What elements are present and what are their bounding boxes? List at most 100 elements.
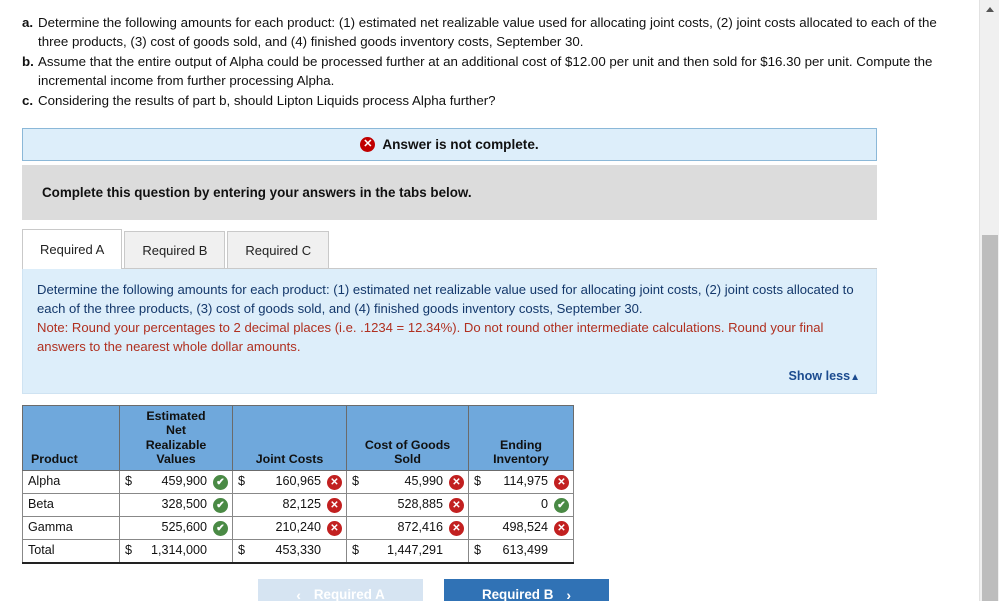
answer-status-text: Answer is not complete.: [382, 137, 539, 153]
tab-required-c-label: Required C: [245, 243, 312, 259]
th-ending-line1: Ending: [500, 437, 542, 452]
cell-nrv[interactable]: $1,314,000: [119, 539, 233, 564]
tab-required-b-label: Required B: [142, 243, 208, 259]
scroll-up-button[interactable]: [980, 0, 999, 18]
cell-value: 453,330: [275, 543, 321, 558]
show-less-toggle[interactable]: Show less▲: [37, 369, 861, 383]
th-ending-line2: Inventory: [493, 451, 549, 466]
prompt-item-c: c. Considering the results of part b, sh…: [22, 92, 955, 111]
incorrect-x-icon: ✕: [449, 474, 464, 490]
cell-joint[interactable]: $160,965 ✕: [232, 470, 347, 495]
cell-value: 498,524: [502, 520, 548, 535]
complete-question-panel: Complete this question by entering your …: [22, 165, 877, 221]
prompt-letter-c: c.: [22, 92, 34, 108]
cell-ending[interactable]: $613,499: [468, 539, 574, 564]
question-prompt: a. Determine the following amounts for e…: [0, 0, 979, 110]
cell-nrv[interactable]: $328,500✔: [119, 493, 233, 518]
cell-value: 872,416: [397, 520, 443, 535]
no-status-icon: [213, 544, 228, 559]
page-scrollbar[interactable]: [979, 0, 999, 601]
no-status-icon: [327, 544, 342, 559]
cell-nrv[interactable]: $525,600✔: [119, 516, 233, 541]
prompt-text-b: Assume that the entire output of Alpha c…: [38, 53, 933, 88]
cell-cogs[interactable]: $528,885✕: [346, 493, 469, 518]
cell-joint[interactable]: $210,240✕: [232, 516, 347, 541]
scrollbar-thumb[interactable]: [982, 235, 998, 601]
correct-check-icon: ✔: [213, 497, 228, 513]
chevron-left-icon: ‹: [296, 586, 301, 601]
no-status-icon: [449, 544, 464, 559]
next-requirement-button[interactable]: Required B ›: [444, 578, 609, 601]
tab-strip-divider: [22, 268, 877, 270]
incorrect-x-icon: ✕: [327, 497, 342, 513]
currency-symbol: $: [352, 474, 360, 489]
answer-table-wrapper: Product Estimated Net Realizable Values …: [22, 404, 979, 564]
th-cogs-line1: Cost of Goods: [364, 437, 451, 452]
cell-product-name: Total: [22, 539, 120, 564]
screenshot-root: a. Determine the following amounts for e…: [0, 0, 999, 601]
cell-value: 613,499: [502, 543, 548, 558]
tab-required-c[interactable]: Required C: [227, 231, 330, 270]
cell-ending[interactable]: $498,524✕: [468, 516, 574, 541]
requirement-tabs: Required A Required B Required C: [22, 229, 877, 270]
currency-symbol: $: [238, 543, 246, 558]
th-joint-line1: Joint Costs: [255, 451, 324, 466]
th-nrv-line1: Estimated: [146, 408, 206, 423]
cell-product-name: Gamma: [22, 516, 120, 541]
cell-value: 459,900: [161, 474, 207, 489]
scroll-up-arrow-icon: [986, 6, 994, 12]
cell-product-name: Alpha: [22, 470, 120, 495]
incorrect-x-icon: ✕: [554, 520, 569, 536]
cell-ending[interactable]: $0✔: [468, 493, 574, 518]
cell-value: 210,240: [275, 520, 321, 535]
correct-check-icon: ✔: [213, 520, 228, 536]
cell-joint[interactable]: $82,125✕: [232, 493, 347, 518]
table-row: Beta$328,500✔$82,125✕$528,885✕$0✔: [22, 493, 574, 518]
cell-cogs[interactable]: $872,416✕: [346, 516, 469, 541]
incorrect-x-icon: ✕: [449, 497, 464, 513]
requirement-instruction-box: Determine the following amounts for each…: [22, 269, 877, 394]
currency-symbol: $: [238, 474, 246, 489]
tab-required-a-label: Required A: [40, 242, 105, 258]
cell-value: 1,314,000: [150, 543, 207, 558]
tab-required-a[interactable]: Required A: [22, 229, 123, 270]
cell-joint[interactable]: $453,330: [232, 539, 347, 564]
currency-symbol: $: [474, 543, 482, 558]
cell-ending[interactable]: $114,975 ✕: [468, 470, 574, 495]
cell-value: 160,965: [275, 474, 321, 489]
prev-requirement-button[interactable]: ‹ Required A: [258, 578, 423, 601]
table-header-row: Product Estimated Net Realizable Values …: [22, 404, 574, 472]
incorrect-x-icon: ✕: [327, 474, 342, 490]
answer-table: Product Estimated Net Realizable Values …: [22, 404, 574, 564]
complete-question-text: Complete this question by entering your …: [42, 185, 472, 201]
instruction-main-text: Determine the following amounts for each…: [37, 282, 854, 317]
th-joint-costs: Joint Costs: [232, 404, 347, 472]
cell-value: 525,600: [161, 520, 207, 535]
th-estimated-nrv: Estimated Net Realizable Values: [119, 404, 233, 472]
currency-symbol: $: [352, 543, 360, 558]
th-nrv-line2: Net: [166, 423, 186, 438]
cell-value: 328,500: [161, 497, 207, 512]
error-circle-icon: ✕: [360, 137, 376, 153]
answer-status-alert: ✕ Answer is not complete.: [22, 128, 877, 162]
incorrect-x-icon: ✕: [449, 520, 464, 536]
cell-cogs[interactable]: $1,447,291: [346, 539, 469, 564]
prev-requirement-label: Required A: [313, 587, 385, 601]
table-total-row: Total $1,314,000 $453,330 $1,447,291 $613,49…: [22, 539, 574, 564]
caret-up-icon: ▲: [850, 371, 860, 383]
page-content: a. Determine the following amounts for e…: [0, 0, 979, 601]
incorrect-x-icon: ✕: [554, 474, 569, 490]
cell-nrv[interactable]: $459,900 ✔: [119, 470, 233, 495]
requirement-nav-buttons: ‹ Required A Required B ›: [0, 578, 867, 601]
tab-required-b[interactable]: Required B: [124, 231, 226, 270]
next-requirement-label: Required B: [481, 587, 554, 601]
chevron-right-icon: ›: [566, 586, 572, 601]
cell-value: 45,990: [404, 474, 443, 489]
cell-cogs[interactable]: $45,990 ✕: [346, 470, 469, 495]
table-row: Alpha $459,900 ✔ $160,965 ✕ $45,990 ✕ $114,975 ✕: [22, 470, 574, 495]
currency-symbol: $: [125, 543, 133, 558]
instruction-note-text: Note: Round your percentages to 2 decima…: [37, 320, 824, 354]
correct-check-icon: ✔: [554, 497, 569, 513]
th-nrv-line4: Values: [156, 451, 196, 466]
prompt-item-b: b. Assume that the entire output of Alph…: [22, 53, 955, 91]
